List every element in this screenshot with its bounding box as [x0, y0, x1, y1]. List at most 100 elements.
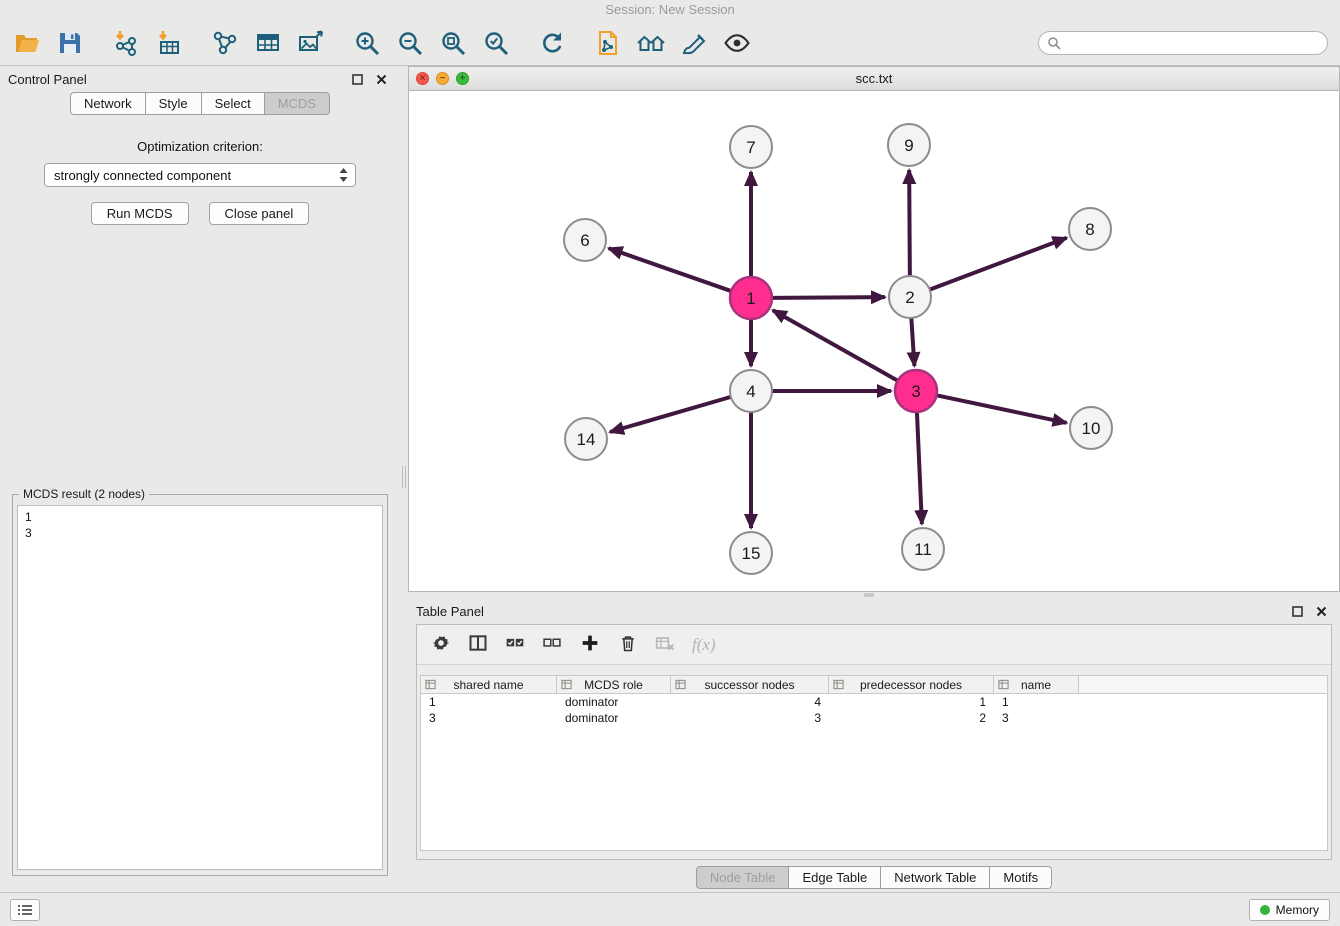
eye-icon	[723, 29, 751, 57]
table-cell: dominator	[557, 694, 671, 710]
graph-edge-1-6[interactable]	[609, 248, 732, 291]
graph-node-2[interactable]: 2	[889, 276, 931, 318]
style-brush-button[interactable]	[679, 28, 709, 58]
memory-button[interactable]: Memory	[1249, 899, 1330, 921]
graph-node-8[interactable]: 8	[1069, 208, 1111, 250]
float-table-panel-icon[interactable]	[1290, 604, 1304, 618]
result-line: 1	[25, 509, 375, 525]
run-mcds-button[interactable]: Run MCDS	[91, 202, 189, 225]
close-window-icon[interactable]: ×	[416, 72, 429, 85]
add-column-button[interactable]	[579, 632, 601, 657]
column-header-successor-nodes[interactable]: successor nodes	[671, 676, 829, 694]
plus-icon	[579, 632, 601, 654]
first-neighbors-button[interactable]	[636, 28, 666, 58]
save-session-button[interactable]	[55, 28, 85, 58]
criterion-select[interactable]: strongly connected component	[44, 163, 356, 187]
zoom-fit-icon	[439, 29, 467, 57]
import-network-from-file-button[interactable]	[111, 28, 141, 58]
open-session-button[interactable]	[12, 28, 42, 58]
show-column-button[interactable]	[468, 633, 488, 656]
search-input[interactable]	[1067, 36, 1319, 50]
select-all-button[interactable]	[505, 633, 525, 656]
import-table-from-file-button[interactable]	[154, 28, 184, 58]
graph-node-label: 9	[904, 136, 913, 155]
control-panel: Control Panel NetworkStyleSelectMCDS Opt…	[0, 66, 400, 886]
close-table-panel-icon[interactable]	[1314, 604, 1328, 618]
graph-node-4[interactable]: 4	[730, 370, 772, 412]
close-panel-button[interactable]: Close panel	[209, 202, 310, 225]
refresh-button[interactable]	[537, 28, 567, 58]
tab-edge-table[interactable]: Edge Table	[789, 866, 881, 889]
optimization-criterion-label: Optimization criterion:	[0, 139, 400, 154]
graph-node-label: 14	[577, 430, 596, 449]
new-network-table-button[interactable]	[253, 28, 283, 58]
window-title: Session: New Session	[0, 0, 1340, 20]
table-row[interactable]: 3dominator323	[421, 710, 1327, 726]
network-graph[interactable]: 7 9 6 8 1 2 4 3 14 10 15 11	[409, 91, 1339, 591]
column-header-name[interactable]: name	[994, 676, 1079, 694]
graph-node-9[interactable]: 9	[888, 124, 930, 166]
graph-node-6[interactable]: 6	[564, 219, 606, 261]
tab-node-table[interactable]: Node Table	[696, 866, 790, 889]
graph-node-7[interactable]: 7	[730, 126, 772, 168]
tab-network[interactable]: Network	[70, 92, 146, 115]
tab-style[interactable]: Style	[146, 92, 202, 115]
graph-node-1[interactable]: 1	[730, 277, 772, 319]
zoom-fit-button[interactable]	[438, 28, 468, 58]
graph-edge-2-8[interactable]	[930, 238, 1067, 290]
import-table-icon	[155, 29, 183, 57]
graph-edge-3-11[interactable]	[917, 412, 922, 524]
deselect-all-button[interactable]	[542, 633, 562, 656]
vertical-splitter[interactable]	[400, 66, 408, 886]
graph-node-14[interactable]: 14	[565, 418, 607, 460]
float-panel-icon[interactable]	[350, 72, 364, 86]
status-bar: Memory	[0, 892, 1340, 926]
graph-edge-4-14[interactable]	[610, 397, 731, 432]
graph-edge-3-10[interactable]	[937, 395, 1067, 422]
table-cell: 1	[421, 694, 557, 710]
column-header-shared-name[interactable]: shared name	[421, 676, 557, 694]
column-header-mcds-role[interactable]: MCDS role	[557, 676, 671, 694]
delete-column-button[interactable]	[618, 633, 638, 656]
new-network-button[interactable]	[210, 28, 240, 58]
tab-network-table[interactable]: Network Table	[881, 866, 990, 889]
zoom-out-button[interactable]	[395, 28, 425, 58]
graph-node-label: 1	[746, 289, 755, 308]
network-canvas[interactable]: 7 9 6 8 1 2 4 3 14 10 15 11	[409, 91, 1339, 591]
graph-edge-1-2[interactable]	[772, 297, 885, 298]
graph-node-15[interactable]: 15	[730, 532, 772, 574]
minimize-window-icon[interactable]: −	[436, 72, 449, 85]
column-header-predecessor-nodes[interactable]: predecessor nodes	[829, 676, 994, 694]
apply-layout-button[interactable]	[593, 28, 623, 58]
zoom-in-button[interactable]	[352, 28, 382, 58]
graph-node-10[interactable]: 10	[1070, 407, 1112, 449]
search-box[interactable]	[1038, 31, 1328, 55]
table-row[interactable]: 1dominator411	[421, 694, 1327, 710]
gear-icon	[431, 633, 451, 653]
mcds-result-list[interactable]: 13	[17, 505, 383, 870]
table-cell: 3	[671, 710, 829, 726]
tab-select[interactable]: Select	[202, 92, 265, 115]
select-all-icon	[505, 633, 525, 653]
graph-node-label: 8	[1085, 220, 1094, 239]
network-window-title: scc.txt	[409, 71, 1339, 86]
close-panel-icon[interactable]	[374, 72, 388, 86]
task-history-button[interactable]	[10, 899, 40, 921]
graph-edge-2-9[interactable]	[909, 170, 910, 276]
export-image-button[interactable]	[296, 28, 326, 58]
table-panel: Table Panel	[408, 598, 1340, 886]
mcds-result-title: MCDS result (2 nodes)	[19, 487, 149, 501]
graph-edge-2-3[interactable]	[911, 318, 914, 366]
show-hide-button[interactable]	[722, 28, 752, 58]
graph-edge-3-1[interactable]	[773, 310, 898, 380]
export-image-icon	[297, 29, 325, 57]
table-settings-button[interactable]	[431, 633, 451, 656]
zoom-selected-button[interactable]	[481, 28, 511, 58]
memory-status-icon	[1260, 905, 1270, 915]
graph-node-3[interactable]: 3	[895, 370, 937, 412]
graph-node-11[interactable]: 11	[902, 528, 944, 570]
tab-mcds[interactable]: MCDS	[265, 92, 330, 115]
tab-motifs[interactable]: Motifs	[990, 866, 1052, 889]
graph-node-label: 2	[905, 288, 914, 307]
zoom-window-icon[interactable]: +	[456, 72, 469, 85]
